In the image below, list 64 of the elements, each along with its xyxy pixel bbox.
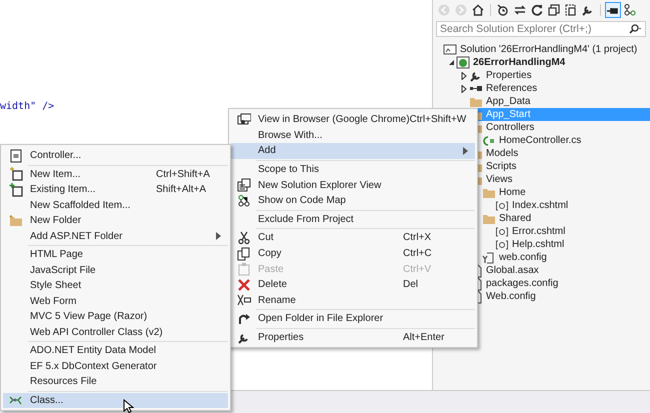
menu-item[interactable]: Existing Item... Shift+Alt+A xyxy=(3,182,228,198)
browser-icon xyxy=(236,112,250,127)
menu-item[interactable]: Class... xyxy=(3,392,228,408)
menu-item[interactable]: MVC 5 View Page (Razor) xyxy=(3,309,228,324)
tree-item[interactable]: References xyxy=(433,82,650,95)
menu-item[interactable]: Rename xyxy=(231,292,475,308)
forward-icon xyxy=(454,3,468,17)
existing-item-icon xyxy=(8,182,22,197)
razor-file-icon xyxy=(495,224,509,238)
tree-item[interactable]: Solution '26ErrorHandlingM4' (1 project) xyxy=(433,43,650,56)
delete-icon xyxy=(236,278,250,292)
menu-item[interactable]: Open Folder in File Explorer xyxy=(231,311,475,327)
redo-arrow-icon xyxy=(236,312,250,326)
menu-item[interactable]: Delete Del xyxy=(231,276,475,293)
config-file-icon xyxy=(482,250,496,264)
toolbar-button[interactable] xyxy=(622,2,638,18)
toolbar-button[interactable] xyxy=(529,2,545,18)
menu-item[interactable]: Properties Alt+Enter xyxy=(231,330,475,346)
solution-icon xyxy=(443,42,457,56)
menu-item[interactable]: Style Sheet xyxy=(3,278,228,294)
tree-item[interactable]: Properties xyxy=(433,69,650,82)
explorer-view-icon xyxy=(236,178,250,192)
search-field[interactable]: Search Solution Explorer (Ctrl+;) xyxy=(436,21,646,37)
copy-icon xyxy=(236,246,250,261)
toolbar-button[interactable] xyxy=(546,2,562,18)
code-map-icon xyxy=(623,3,637,17)
controller-icon xyxy=(8,148,22,163)
tree-item[interactable]: App_Data xyxy=(433,95,650,108)
rename-icon xyxy=(236,293,250,308)
csharp-file-icon xyxy=(482,134,496,148)
menu-item[interactable]: HTML Page xyxy=(3,247,228,262)
scissors-icon xyxy=(236,230,250,245)
tree-item[interactable]: 26ErrorHandlingM4 xyxy=(433,56,650,69)
search-icon xyxy=(628,23,642,35)
menu-item[interactable]: Add ASP.NET Folder xyxy=(3,228,228,244)
new-item-icon xyxy=(8,167,22,182)
menu-item[interactable]: ADO.NET Entity Data Model xyxy=(3,343,228,358)
refresh-icon xyxy=(530,3,544,17)
home-icon xyxy=(471,3,485,17)
show-all-icon xyxy=(564,3,578,17)
menu-item[interactable]: New Scaffolded Item... xyxy=(3,198,228,213)
clipboard-icon xyxy=(236,262,250,276)
menu-item[interactable]: Web Form xyxy=(3,294,228,309)
web-project-icon xyxy=(456,56,470,70)
menu-item[interactable]: New Folder xyxy=(3,213,228,228)
code-map-icon xyxy=(236,194,250,208)
menu-item[interactable]: Scope to This xyxy=(231,162,475,178)
toolbar-button[interactable] xyxy=(470,2,486,18)
expanded-arrow-icon xyxy=(448,59,454,66)
menu-item[interactable]: Add xyxy=(231,143,475,159)
menu-item[interactable]: Resources File xyxy=(3,374,228,390)
razor-file-icon xyxy=(495,238,509,252)
back-icon xyxy=(437,3,451,17)
clock-icon xyxy=(496,3,510,17)
razor-file-icon xyxy=(495,198,509,212)
code-line: width" /> xyxy=(0,101,54,112)
menu-item[interactable]: New Item... Ctrl+Shift+A xyxy=(3,166,228,182)
menu-item[interactable]: EF 5.x DbContext Generator xyxy=(3,358,228,374)
sync-icon xyxy=(513,3,527,17)
menu-item[interactable]: JavaScript File xyxy=(3,262,228,278)
menu-item[interactable]: Controller... xyxy=(3,148,228,164)
collapse-icon xyxy=(547,3,561,17)
toolbar-button[interactable] xyxy=(605,2,621,18)
menu-item[interactable]: Web API Controller Class (v2) xyxy=(3,324,228,340)
